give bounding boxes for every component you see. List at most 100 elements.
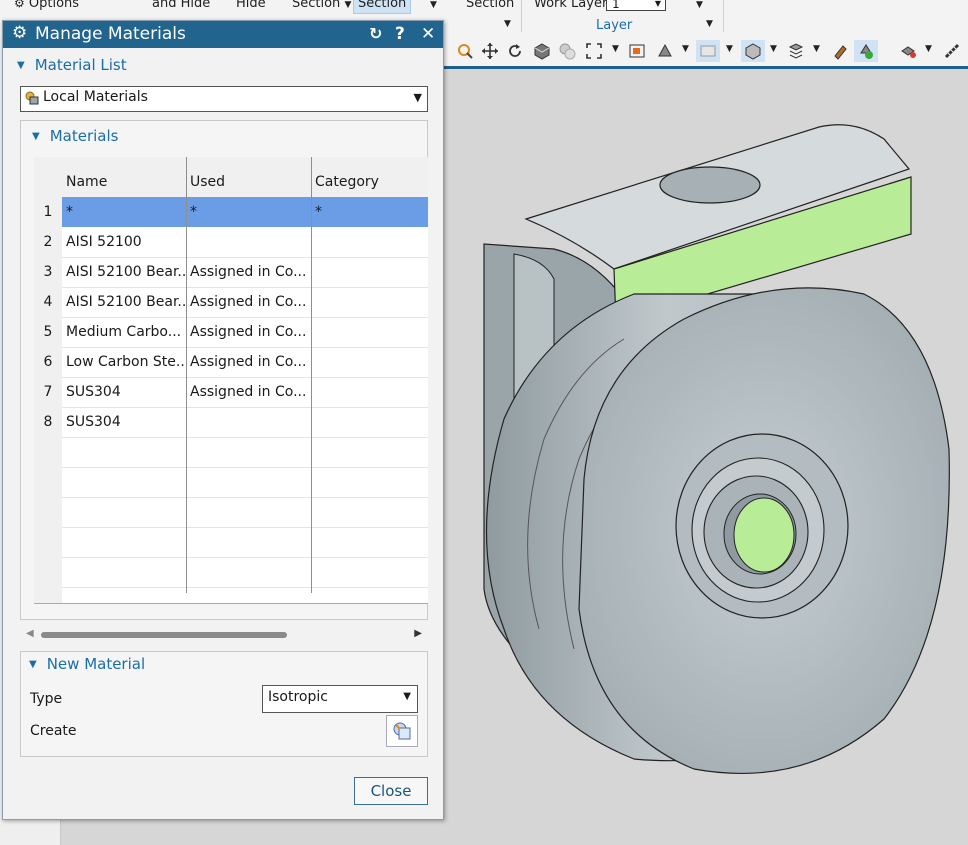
help-icon[interactable]: ? <box>395 24 405 44</box>
hide-button[interactable]: Hide <box>236 0 266 11</box>
ruler-icon[interactable] <box>942 40 962 62</box>
zoom-icon[interactable] <box>455 40 475 62</box>
chevron-down-icon[interactable]: ▼ <box>504 19 511 29</box>
material-icon[interactable] <box>830 40 850 62</box>
row-number: 7 <box>34 377 62 408</box>
section-button[interactable]: Section <box>466 0 514 11</box>
chevron-down-icon[interactable]: ▼ <box>612 44 619 54</box>
grid-line <box>62 587 428 588</box>
grid-line <box>62 377 428 378</box>
cad-model-view[interactable] <box>444 69 968 845</box>
table-cell-name[interactable]: Low Carbon Ste... <box>62 347 186 377</box>
table-cell-category[interactable]: * <box>311 197 428 227</box>
reset-icon[interactable]: ↻ <box>369 24 382 43</box>
grid-line <box>62 287 428 288</box>
view-orientation-icon[interactable] <box>627 40 647 62</box>
chevron-down-icon[interactable]: ▼ <box>770 44 777 54</box>
row-number-empty <box>34 587 62 603</box>
table-cell-name[interactable]: SUS304 <box>62 407 186 437</box>
section-dropdown[interactable]: Section ▼ <box>292 0 351 11</box>
column-header-used[interactable]: Used <box>186 167 311 197</box>
chevron-down-icon[interactable]: ▼ <box>682 44 689 54</box>
chevron-down-icon[interactable]: ▼ <box>726 44 733 54</box>
table-cell-category[interactable] <box>311 347 428 377</box>
assign-material-icon[interactable] <box>854 40 878 62</box>
section-active-button[interactable]: Section <box>353 0 412 14</box>
close-button[interactable]: Close <box>354 777 428 805</box>
selected-shaft-face[interactable] <box>733 497 795 573</box>
table-cell-used[interactable]: Assigned in Co... <box>186 347 311 377</box>
options-label: Options <box>28 0 80 11</box>
table-cell-category[interactable] <box>311 407 428 437</box>
chevron-down-icon[interactable]: ▼ <box>813 44 820 54</box>
wireframe-view-icon[interactable] <box>557 40 577 62</box>
table-cell-used[interactable]: Assigned in Co... <box>186 317 311 347</box>
measure-tool-icon[interactable] <box>898 40 918 62</box>
table-cell-name[interactable]: AISI 52100 <box>62 227 186 257</box>
row-number-empty <box>34 467 62 498</box>
close-icon[interactable]: ✕ <box>421 24 435 44</box>
type-select[interactable]: Isotropic ▼ <box>262 685 418 713</box>
horizontal-scrollbar[interactable]: ◀ ▶ <box>24 628 424 642</box>
show-hide-button[interactable]: and Hide <box>152 0 210 11</box>
scroll-right-icon[interactable]: ▶ <box>414 628 422 639</box>
background-icon[interactable] <box>696 40 720 62</box>
table-cell-used[interactable] <box>186 227 311 257</box>
chevron-down-icon[interactable]: ▼ <box>696 0 703 10</box>
collapse-triangle-icon: ▼ <box>32 131 40 142</box>
table-cell-used[interactable]: Assigned in Co... <box>186 257 311 287</box>
table-cell-used[interactable] <box>186 407 311 437</box>
table-cell-name[interactable]: SUS304 <box>62 377 186 407</box>
table-cell-name[interactable]: * <box>62 197 186 227</box>
fit-view-icon[interactable] <box>584 40 604 62</box>
new-material-header[interactable]: ▼ New Material <box>29 655 145 673</box>
work-layer-field[interactable]: 1 ▼ <box>606 0 666 11</box>
table-cell-used[interactable]: Assigned in Co... <box>186 287 311 317</box>
column-header-category[interactable]: Category <box>311 167 428 197</box>
create-material-button[interactable] <box>386 715 418 747</box>
collapse-triangle-icon: ▼ <box>17 60 25 71</box>
edit-object-display-icon[interactable] <box>741 40 765 62</box>
column-header-name[interactable]: Name <box>62 167 186 197</box>
column-divider[interactable] <box>311 157 312 593</box>
pan-icon[interactable] <box>480 40 500 62</box>
table-cell-used[interactable]: Assigned in Co... <box>186 377 311 407</box>
materials-header[interactable]: ▼ Materials <box>32 127 118 145</box>
chevron-down-icon: ▼ <box>403 691 411 702</box>
chevron-down-icon[interactable]: ▼ <box>925 44 932 54</box>
scrollbar-thumb[interactable] <box>41 632 287 638</box>
gear-icon: ⚙ <box>12 23 28 43</box>
render-style-icon[interactable] <box>655 40 675 62</box>
table-cell-category[interactable] <box>311 257 428 287</box>
layer-settings-icon[interactable] <box>786 40 806 62</box>
row-number: 8 <box>34 407 62 438</box>
scroll-left-icon[interactable]: ◀ <box>26 628 34 639</box>
type-select-value: Isotropic <box>268 689 328 705</box>
material-library-select[interactable]: Local Materials ▼ <box>20 86 428 112</box>
dialog-title-bar[interactable]: ⚙ Manage Materials ↻ ? ✕ <box>3 21 443 48</box>
ribbon-divider <box>723 0 724 32</box>
table-cell-name[interactable]: AISI 52100 Bear... <box>62 287 186 317</box>
row-number: 6 <box>34 347 62 378</box>
column-divider[interactable] <box>186 157 187 593</box>
grid-line <box>62 497 428 498</box>
rotate-icon[interactable] <box>505 40 525 62</box>
table-cell-name[interactable]: Medium Carbo... <box>62 317 186 347</box>
ribbon-divider <box>521 0 522 32</box>
table-cell-category[interactable] <box>311 317 428 347</box>
chevron-down-icon[interactable]: ▼ <box>706 19 713 29</box>
table-cell-category[interactable] <box>311 377 428 407</box>
options-button[interactable]: ⚙ Options <box>14 0 79 11</box>
grid-line <box>62 257 428 258</box>
chevron-down-icon[interactable]: ▼ <box>430 0 437 10</box>
material-list-header[interactable]: ▼ Material List <box>17 56 127 74</box>
type-label: Type <box>30 691 63 707</box>
chevron-down-icon: ▼ <box>654 0 661 8</box>
table-cell-category[interactable] <box>311 227 428 257</box>
table-cell-used[interactable]: * <box>186 197 311 227</box>
shaded-view-icon[interactable] <box>532 40 552 62</box>
row-number-empty <box>34 527 62 558</box>
table-cell-name[interactable]: AISI 52100 Bear... <box>62 257 186 287</box>
material-list-title: Material List <box>34 56 127 74</box>
table-cell-category[interactable] <box>311 287 428 317</box>
